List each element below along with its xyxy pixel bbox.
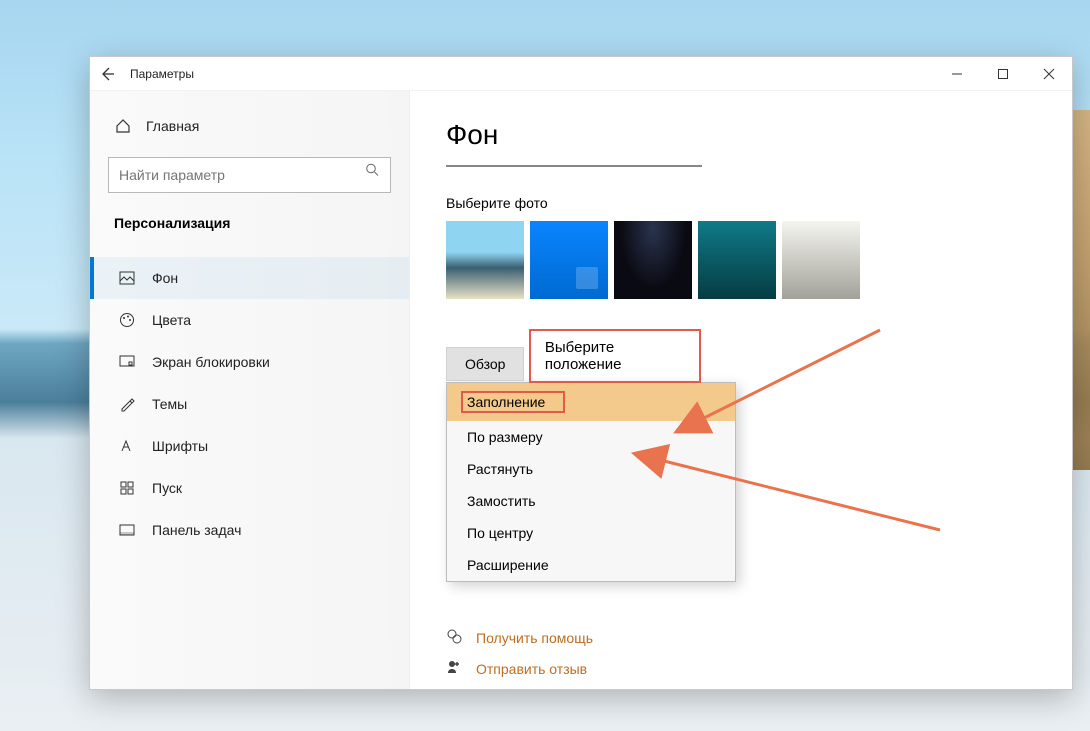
- sidebar-home[interactable]: Главная: [90, 109, 409, 143]
- taskbar-icon: [118, 521, 136, 539]
- sidebar-item-label: Фон: [152, 270, 178, 286]
- main-content: Фон Выберите фото Обзор Выберите положен…: [410, 91, 1072, 689]
- help-link-label: Получить помощь: [476, 630, 593, 646]
- home-icon: [114, 117, 132, 135]
- thumbnail-5[interactable]: [782, 221, 860, 299]
- palette-icon: [118, 311, 136, 329]
- lockscreen-icon: [118, 353, 136, 371]
- choose-photo-label: Выберите фото: [446, 195, 1036, 211]
- position-option-tile[interactable]: Замостить: [447, 485, 735, 517]
- title-underline: [446, 165, 702, 167]
- photo-thumbnails: [446, 221, 1036, 299]
- choose-position-label: Выберите положение: [529, 329, 701, 383]
- position-option-span[interactable]: Расширение: [447, 549, 735, 581]
- sidebar-item-fonts[interactable]: Шрифты: [90, 425, 409, 467]
- position-option-label: По размеру: [467, 429, 543, 445]
- sidebar-item-label: Темы: [152, 396, 187, 412]
- sidebar-item-label: Шрифты: [152, 438, 208, 454]
- sidebar-item-taskbar[interactable]: Панель задач: [90, 509, 409, 551]
- search-icon: [365, 163, 379, 182]
- help-link[interactable]: Получить помощь: [446, 622, 1036, 653]
- thumbnail-4[interactable]: [698, 221, 776, 299]
- thumbnail-2[interactable]: [530, 221, 608, 299]
- themes-icon: [118, 395, 136, 413]
- feedback-link[interactable]: Отправить отзыв: [446, 653, 1036, 684]
- position-dropdown[interactable]: Заполнение По размеру Растянуть Замостит…: [446, 382, 736, 582]
- sidebar-home-label: Главная: [146, 118, 199, 134]
- sidebar-nav: Фон Цвета Экран блокировки Темы Шрифты: [90, 257, 409, 551]
- maximize-icon: [997, 68, 1009, 80]
- position-option-label: Расширение: [467, 557, 549, 573]
- sidebar-item-themes[interactable]: Темы: [90, 383, 409, 425]
- minimize-button[interactable]: [934, 57, 980, 91]
- position-option-label: Растянуть: [467, 461, 533, 477]
- picture-icon: [118, 269, 136, 287]
- sidebar: Главная Персонализация Фон Цвета: [90, 91, 410, 689]
- position-option-label: По центру: [467, 525, 533, 541]
- position-option-center[interactable]: По центру: [447, 517, 735, 549]
- maximize-button[interactable]: [980, 57, 1026, 91]
- browse-button[interactable]: Обзор: [446, 347, 524, 381]
- start-icon: [118, 479, 136, 497]
- window-title: Параметры: [130, 67, 194, 81]
- position-option-fill[interactable]: Заполнение: [447, 383, 735, 421]
- position-option-label: Замостить: [467, 493, 536, 509]
- help-icon: [446, 628, 464, 647]
- sidebar-item-background[interactable]: Фон: [90, 257, 409, 299]
- position-option-stretch[interactable]: Растянуть: [447, 453, 735, 485]
- settings-window: Параметры Главная Персо: [89, 56, 1073, 690]
- fonts-icon: [118, 437, 136, 455]
- sidebar-item-label: Цвета: [152, 312, 191, 328]
- sidebar-item-label: Пуск: [152, 480, 182, 496]
- page-title: Фон: [446, 119, 1036, 151]
- close-icon: [1043, 68, 1055, 80]
- titlebar: Параметры: [90, 57, 1072, 91]
- sidebar-item-colors[interactable]: Цвета: [90, 299, 409, 341]
- thumbnail-3[interactable]: [614, 221, 692, 299]
- close-button[interactable]: [1026, 57, 1072, 91]
- sidebar-section-title: Персонализация: [90, 201, 409, 241]
- thumbnail-1[interactable]: [446, 221, 524, 299]
- feedback-link-label: Отправить отзыв: [476, 661, 587, 677]
- back-arrow-icon: [99, 66, 115, 82]
- position-option-fit[interactable]: По размеру: [447, 421, 735, 453]
- sidebar-item-lockscreen[interactable]: Экран блокировки: [90, 341, 409, 383]
- position-option-label: Заполнение: [461, 391, 565, 413]
- sidebar-item-label: Экран блокировки: [152, 354, 270, 370]
- feedback-icon: [446, 659, 464, 678]
- minimize-icon: [951, 68, 963, 80]
- search-input[interactable]: [108, 157, 391, 193]
- sidebar-item-label: Панель задач: [152, 522, 241, 538]
- sidebar-item-start[interactable]: Пуск: [90, 467, 409, 509]
- back-button[interactable]: [90, 57, 124, 91]
